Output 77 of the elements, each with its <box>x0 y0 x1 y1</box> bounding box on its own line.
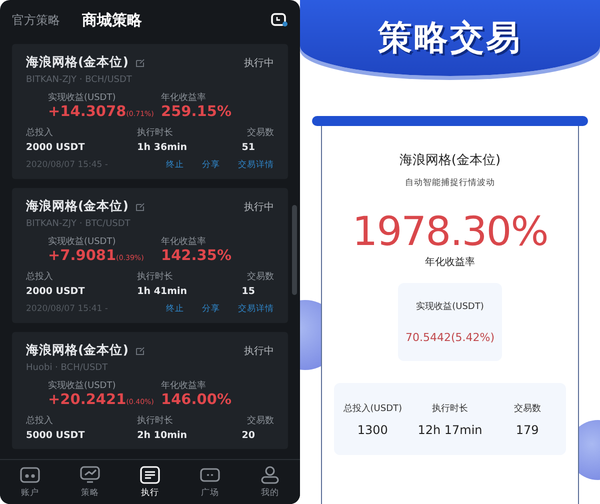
annual-label: 年化收益率 <box>161 236 207 248</box>
nav-tab[interactable]: 我的 <box>248 465 292 499</box>
annual-rate: 142.35% <box>161 248 232 264</box>
start-time: 2020/08/07 15:41 - <box>26 304 109 314</box>
strategy-name: 海浪网格(金本位) <box>399 152 501 169</box>
stat-label: 执行时长 <box>137 414 174 427</box>
annual-label: 年化收益率 <box>425 256 475 269</box>
strategy-name: 海浪网格(金本位) <box>26 342 128 359</box>
profit-label: 实现收益(USDT) <box>48 92 117 104</box>
annual-rate: 259.15% <box>161 104 232 120</box>
gamepad-icon <box>199 465 221 485</box>
stat-label: 总投入 <box>26 126 54 139</box>
stat-label: 总投入(USDT) <box>343 402 402 414</box>
stat-label: 总投入 <box>26 414 54 427</box>
profit-label: 实现收益(USDT) <box>416 300 484 313</box>
exchange-pair: BITKAN-ZJY · BTC/USDT <box>26 219 132 229</box>
profit-value: +20.2421 <box>48 392 126 408</box>
status-text: 执行中 <box>244 56 274 70</box>
stat-label: 交易数 <box>246 126 274 139</box>
profit-value: +7.9081 <box>48 248 116 264</box>
stat-label: 执行时长 <box>432 402 468 414</box>
stat-value: 1h 36min <box>137 142 188 153</box>
action-link[interactable]: 终止 <box>166 303 184 315</box>
strategy-name: 海浪网格(金本位) <box>26 54 128 71</box>
list-icon <box>139 465 161 485</box>
strategy-subtitle: 自动智能捕捉行情波动 <box>405 177 495 189</box>
stat-value: 15 <box>240 286 256 297</box>
status-text: 执行中 <box>244 200 274 214</box>
stat-value: 5000 USDT <box>26 430 86 441</box>
chart-monitor-icon <box>79 465 101 485</box>
wallet-icon <box>19 465 41 485</box>
annual-label: 年化收益率 <box>161 92 207 104</box>
stat-value: 2000 USDT <box>26 286 86 297</box>
start-time: 2020/08/07 15:45 - <box>26 160 109 170</box>
stat-value: 12h 17min <box>418 422 482 436</box>
stat-label: 交易数 <box>514 402 541 414</box>
profit-label: 实现收益(USDT) <box>48 236 117 248</box>
edit-icon[interactable] <box>136 202 146 210</box>
action-link[interactable]: 交易详情 <box>238 159 274 171</box>
exchange-pair: Huobi · BCH/USDT <box>26 363 109 373</box>
history-icon[interactable] <box>271 12 288 28</box>
strategy-tab[interactable]: 商城策略 <box>82 10 142 30</box>
nav-tab[interactable]: 账户 <box>8 465 52 499</box>
stat-value: 2h 10min <box>137 430 188 441</box>
profit-value: 70.5442(5.42%) <box>405 331 494 344</box>
stat-value: 1300 <box>357 422 388 436</box>
stat-value: 20 <box>240 430 256 441</box>
strategy-tab[interactable]: 官方策略 <box>12 12 60 28</box>
exchange-pair: BITKAN-ZJY · BCH/USDT <box>26 75 133 85</box>
nav-tab[interactable]: 广场 <box>188 465 232 499</box>
action-link[interactable]: 分享 <box>202 159 220 171</box>
stat-label: 交易数 <box>246 270 274 283</box>
annual-label: 年化收益率 <box>161 380 207 392</box>
profit-label: 实现收益(USDT) <box>48 380 117 392</box>
nav-tab[interactable]: 执行 <box>128 465 172 499</box>
action-link[interactable]: 交易详情 <box>238 303 274 315</box>
stat-label: 执行时长 <box>137 270 174 283</box>
stat-label: 总投入 <box>26 270 54 283</box>
annual-rate: 1978.30% <box>352 209 548 255</box>
stat-value: 179 <box>516 422 539 436</box>
stat-label: 执行时长 <box>137 126 174 139</box>
strategy-name: 海浪网格(金本位) <box>26 198 128 215</box>
edit-icon[interactable] <box>136 58 146 66</box>
edit-icon[interactable] <box>136 346 146 354</box>
profit-value: +14.3078 <box>48 104 126 120</box>
status-text: 执行中 <box>244 344 274 358</box>
stat-value: 1h 41min <box>137 286 188 297</box>
banner-title: 策略交易 <box>378 17 522 60</box>
annual-rate: 146.00% <box>161 392 232 408</box>
nav-tab[interactable]: 策略 <box>68 465 112 499</box>
scrollbar[interactable] <box>292 205 297 295</box>
person-icon <box>259 465 281 485</box>
stat-value: 2000 USDT <box>26 142 86 153</box>
stat-value: 51 <box>240 142 256 153</box>
action-link[interactable]: 终止 <box>166 159 184 171</box>
stat-label: 交易数 <box>246 414 274 427</box>
action-link[interactable]: 分享 <box>202 303 220 315</box>
